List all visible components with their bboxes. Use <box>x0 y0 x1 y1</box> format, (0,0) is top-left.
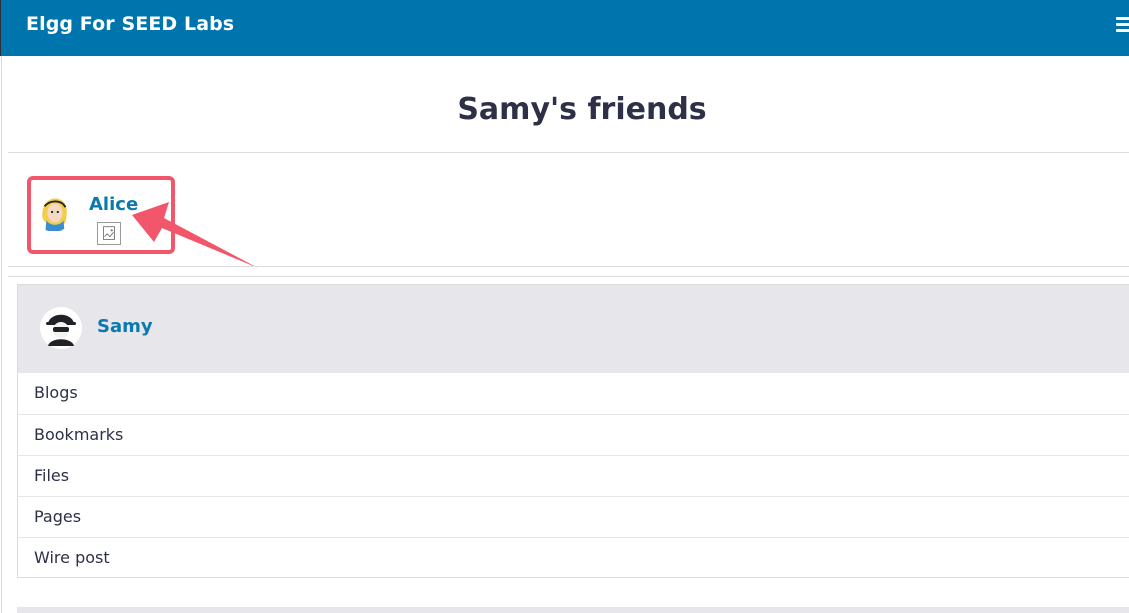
owner-menu-item-wire-post[interactable]: Wire post <box>18 537 1129 578</box>
title-divider <box>8 152 1129 153</box>
owner-menu-label: Pages <box>34 507 82 526</box>
owner-name-samy[interactable]: Samy <box>97 316 153 337</box>
next-panel-edge <box>17 607 1129 613</box>
highlight-box-annotation <box>27 176 175 254</box>
top-navigation-bar: Elgg For SEED Labs <box>0 0 1129 56</box>
owner-block-header <box>18 285 1129 373</box>
owner-menu-item-blogs[interactable]: Blogs <box>18 373 1129 414</box>
owner-menu-item-pages[interactable]: Pages <box>18 496 1129 537</box>
owner-menu-label: Blogs <box>34 383 78 402</box>
friend-divider-2 <box>8 276 1129 277</box>
owner-menu-label: Files <box>34 466 70 485</box>
hamburger-menu-icon[interactable] <box>1116 17 1129 33</box>
friend-divider-1 <box>8 266 1129 267</box>
owner-menu-item-bookmarks[interactable]: Bookmarks <box>18 414 1129 455</box>
spy-avatar-icon[interactable] <box>40 307 82 349</box>
owner-menu-item-files[interactable]: Files <box>18 455 1129 496</box>
owner-menu-label: Bookmarks <box>34 425 124 444</box>
owner-menu-label: Wire post <box>34 548 110 567</box>
site-title-link[interactable]: Elgg For SEED Labs <box>26 13 234 35</box>
page-title: Samy's friends <box>457 92 707 127</box>
